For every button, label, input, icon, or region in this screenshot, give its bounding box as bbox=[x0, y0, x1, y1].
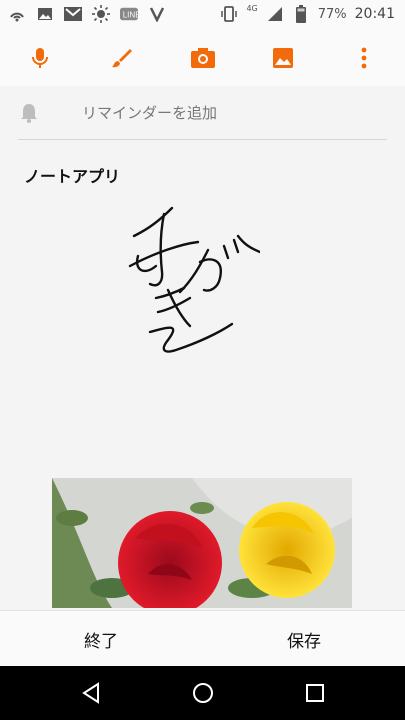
check-icon bbox=[148, 5, 166, 23]
more-vert-icon[interactable] bbox=[346, 40, 382, 76]
clock: 20:41 bbox=[354, 6, 395, 22]
battery-icon bbox=[292, 5, 310, 23]
editor-toolbar bbox=[0, 30, 405, 86]
wifi-call-icon bbox=[8, 5, 26, 23]
brightness-icon bbox=[92, 5, 110, 23]
status-bar: LINE 4G 77% 20:41 bbox=[0, 0, 405, 30]
finish-button[interactable]: 終了 bbox=[84, 627, 118, 652]
image-icon bbox=[36, 5, 54, 23]
recents-icon[interactable] bbox=[302, 680, 328, 706]
vibrate-icon bbox=[220, 5, 238, 23]
note-title[interactable]: ノートアプリ bbox=[24, 163, 120, 187]
back-icon[interactable] bbox=[78, 680, 104, 706]
attached-photo[interactable] bbox=[52, 478, 352, 608]
home-icon[interactable] bbox=[190, 680, 216, 706]
brush-icon[interactable] bbox=[104, 40, 140, 76]
add-reminder-row[interactable]: リマインダーを追加 bbox=[0, 90, 405, 138]
add-reminder-label: リマインダーを追加 bbox=[82, 104, 218, 122]
bottom-action-bar: 終了 保存 bbox=[0, 610, 405, 667]
bell-icon bbox=[18, 102, 40, 124]
svg-text:LINE: LINE bbox=[123, 11, 138, 20]
save-button[interactable]: 保存 bbox=[287, 627, 321, 652]
lte-signal-icon bbox=[266, 5, 284, 23]
handwriting-drawing[interactable] bbox=[120, 200, 262, 370]
image-icon[interactable] bbox=[265, 40, 301, 76]
mic-icon[interactable] bbox=[22, 40, 58, 76]
divider bbox=[18, 139, 387, 140]
camera-icon[interactable] bbox=[185, 40, 221, 76]
line-icon: LINE bbox=[120, 5, 138, 23]
network-type: 4G bbox=[246, 3, 258, 13]
battery-percent: 77% bbox=[317, 6, 347, 22]
system-navigation-bar bbox=[0, 666, 405, 720]
gmail-icon bbox=[64, 5, 82, 23]
